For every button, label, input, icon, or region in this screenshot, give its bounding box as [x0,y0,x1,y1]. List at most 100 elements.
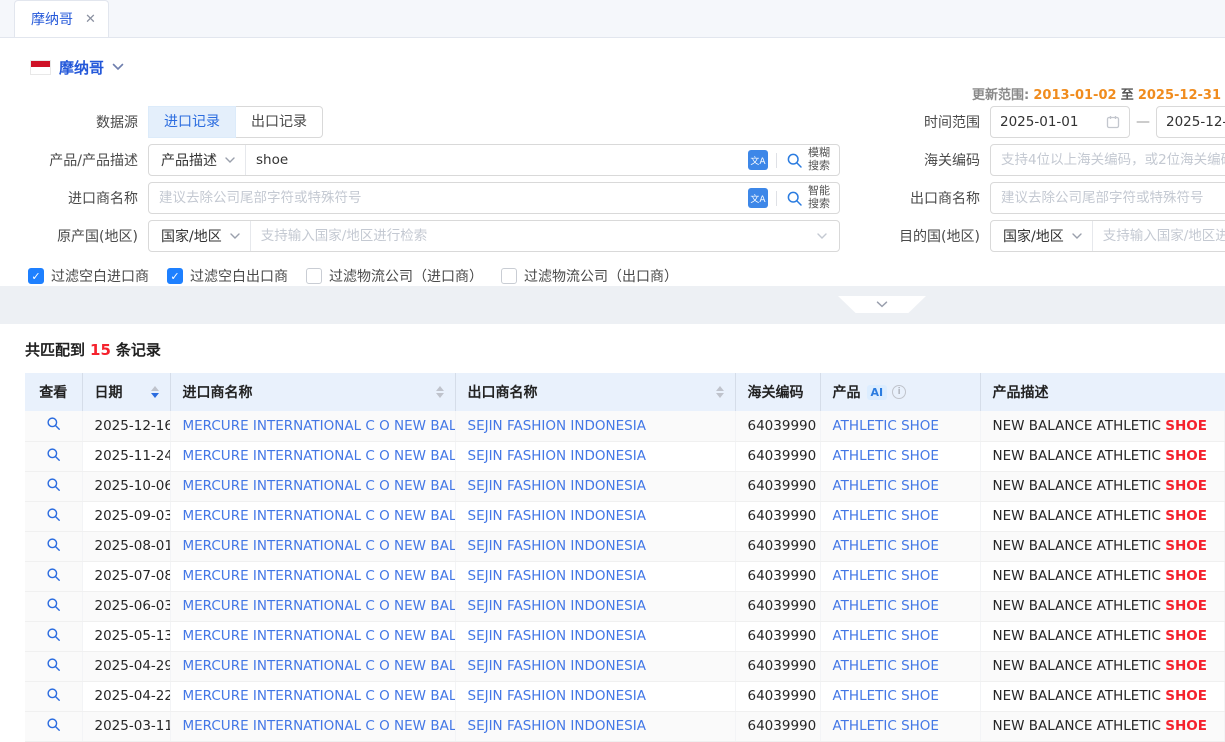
view-detail-button[interactable] [25,561,82,591]
view-detail-button[interactable] [25,711,82,741]
results-summary: 共匹配到15条记录 [0,324,1225,373]
exporter-link[interactable]: SEJIN FASHION INDONESIA [468,598,646,614]
filter-checkbox[interactable]: 过滤物流公司（出口商） [501,266,678,286]
importer-link[interactable]: MERCURE INTERNATIONAL C O NEW BALA... [183,538,456,554]
sort-exporter-control[interactable] [713,383,727,401]
product-type-select[interactable]: 产品描述 [149,150,245,170]
view-detail-button[interactable] [25,651,82,681]
exporter-link[interactable]: SEJIN FASHION INDONESIA [468,658,646,674]
product-link[interactable]: ATHLETIC SHOE [833,478,939,494]
data-source-option[interactable]: 进口记录 [148,106,236,138]
importer-link[interactable]: MERCURE INTERNATIONAL C O NEW BALA... [183,628,456,644]
destination-input[interactable] [1093,221,1225,251]
header-description: 产品描述 [980,373,1225,411]
importer-link[interactable]: MERCURE INTERNATIONAL C O NEW BALA... [183,568,456,584]
view-detail-button[interactable] [25,411,82,441]
view-detail-icon [46,537,61,552]
product-link[interactable]: ATHLETIC SHOE [833,688,939,704]
filter-panel: 摩纳哥 更新范围: 2013-01-02 至 2025-12-31 数据源 进口… [0,38,1225,286]
importer-link[interactable]: MERCURE INTERNATIONAL C O NEW BALA... [183,658,456,674]
chevron-down-icon [225,157,235,163]
product-link[interactable]: ATHLETIC SHOE [833,718,939,734]
product-link[interactable]: ATHLETIC SHOE [833,628,939,644]
origin-type-select[interactable]: 国家/地区 [149,226,250,246]
calendar-icon[interactable] [1106,115,1120,129]
date-end-input[interactable]: 2025-12-31 [1156,106,1225,138]
checkbox-icon[interactable] [167,268,183,284]
importer-cell: MERCURE INTERNATIONAL C O NEW BALA... [170,561,455,591]
filter-checkbox[interactable]: 过滤空白进口商 [28,266,149,286]
exporter-link[interactable]: SEJIN FASHION INDONESIA [468,628,646,644]
exporter-link[interactable]: SEJIN FASHION INDONESIA [468,568,646,584]
chevron-down-icon[interactable] [112,63,124,71]
sort-date-control[interactable] [148,383,162,401]
importer-link[interactable]: MERCURE INTERNATIONAL C O NEW BALA... [183,688,456,704]
exporter-input[interactable] [991,183,1225,213]
translate-icon[interactable]: 文A [748,150,768,170]
view-detail-button[interactable] [25,441,82,471]
update-range: 更新范围: 2013-01-02 至 2025-12-31 [0,86,1225,106]
view-detail-button[interactable] [25,621,82,651]
view-detail-button[interactable] [25,591,82,621]
tab-monaco[interactable]: 摩纳哥 ✕ [14,0,109,37]
exporter-link[interactable]: SEJIN FASHION INDONESIA [468,478,646,494]
checkbox-icon[interactable] [501,268,517,284]
exporter-link[interactable]: SEJIN FASHION INDONESIA [468,448,646,464]
view-detail-button[interactable] [25,531,82,561]
origin-group: 国家/地区 [148,220,840,252]
time-range-control: 2025-01-01 — 2025-12-31 [990,106,1225,138]
importer-link[interactable]: MERCURE INTERNATIONAL C O NEW BALA... [183,508,456,524]
product-link[interactable]: ATHLETIC SHOE [833,538,939,554]
filter-row-3: 进口商名称 文A 智能搜索 出口商名称 [0,182,1225,214]
sort-importer-control[interactable] [433,383,447,401]
filter-checkbox[interactable]: 过滤物流公司（进口商） [306,266,483,286]
destination-type-select[interactable]: 国家/地区 [991,226,1092,246]
hs-code-cell: 64039990 [735,501,820,531]
translate-icon[interactable]: 文A [748,188,768,208]
exporter-link[interactable]: SEJIN FASHION INDONESIA [468,508,646,524]
country-selector[interactable]: 摩纳哥 [59,57,104,78]
importer-link[interactable]: MERCURE INTERNATIONAL C O NEW BALA... [183,478,456,494]
checkbox-icon[interactable] [28,268,44,284]
fuzzy-search-button[interactable]: 模糊搜索 [777,147,839,172]
chevron-down-icon[interactable] [817,233,827,239]
view-detail-button[interactable] [25,471,82,501]
view-detail-button[interactable] [25,681,82,711]
exporter-link[interactable]: SEJIN FASHION INDONESIA [468,538,646,554]
origin-label: 原产国(地区) [0,226,148,246]
origin-input[interactable] [251,221,817,251]
checkbox-icon[interactable] [306,268,322,284]
importer-link[interactable]: MERCURE INTERNATIONAL C O NEW BALA... [183,598,456,614]
date-start-input[interactable]: 2025-01-01 [990,106,1130,138]
product-link[interactable]: ATHLETIC SHOE [833,568,939,584]
importer-link[interactable]: MERCURE INTERNATIONAL C O NEW BALA... [183,418,456,434]
filter-checkbox[interactable]: 过滤空白出口商 [167,266,288,286]
exporter-link[interactable]: SEJIN FASHION INDONESIA [468,418,646,434]
hs-code-input[interactable] [991,145,1225,175]
exporter-cell: SEJIN FASHION INDONESIA [455,651,735,681]
date-cell: 2025-07-08 [82,561,170,591]
importer-link[interactable]: MERCURE INTERNATIONAL C O NEW BALA... [183,448,456,464]
product-link[interactable]: ATHLETIC SHOE [833,598,939,614]
update-range-to: 至 [1121,88,1134,103]
view-detail-button[interactable] [25,501,82,531]
exporter-link[interactable]: SEJIN FASHION INDONESIA [468,718,646,734]
importer-search-input[interactable] [149,183,748,213]
info-icon[interactable]: i [892,385,906,399]
results-panel: 共匹配到15条记录 查看 日期 进口商名称 出口商名称 海关编码 产品AIi 产… [0,324,1225,742]
product-link[interactable]: ATHLETIC SHOE [833,508,939,524]
table-row: 2025-10-06 MERCURE INTERNATIONAL C O NEW… [25,471,1225,501]
product-link[interactable]: ATHLETIC SHOE [833,658,939,674]
importer-cell: MERCURE INTERNATIONAL C O NEW BALA... [170,681,455,711]
product-link[interactable]: ATHLETIC SHOE [833,418,939,434]
product-search-input[interactable] [246,145,748,175]
data-source-option[interactable]: 出口记录 [236,106,323,138]
date-cell: 2025-11-24 [82,441,170,471]
exporter-link[interactable]: SEJIN FASHION INDONESIA [468,688,646,704]
smart-search-button[interactable]: 智能搜索 [777,185,839,210]
tab-close-icon[interactable]: ✕ [85,12,96,27]
exporter-cell: SEJIN FASHION INDONESIA [455,621,735,651]
collapse-filters-button[interactable] [838,296,926,313]
importer-link[interactable]: MERCURE INTERNATIONAL C O NEW BALA... [183,718,456,734]
product-link[interactable]: ATHLETIC SHOE [833,448,939,464]
